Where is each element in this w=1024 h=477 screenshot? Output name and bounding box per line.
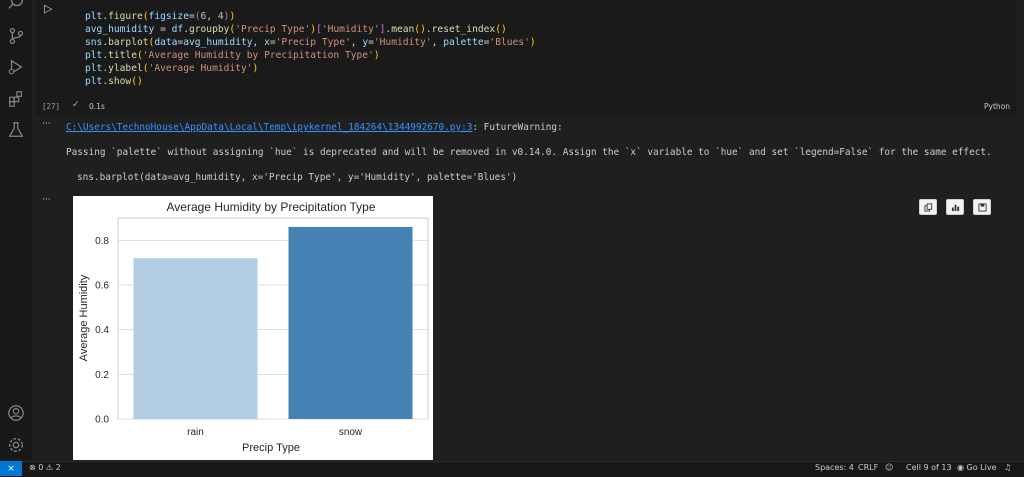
output-more-icon-2[interactable]: ··· [42, 195, 51, 205]
code-line-1: plt.figure(figsize=(6, 4)) [85, 11, 236, 22]
y-tick-label: 0.0 [95, 415, 109, 426]
open-plot-viewer-button[interactable] [946, 199, 964, 215]
code-line-5: plt.ylabel('Average Humidity') [85, 63, 259, 74]
chart-output: Average Humidity by Precipitation Type 0… [73, 196, 433, 460]
activity-bar [0, 0, 32, 461]
kernel-language[interactable]: Python [984, 102, 1010, 111]
run-debug-icon[interactable] [6, 57, 26, 77]
y-tick-label: 0.8 [95, 236, 109, 247]
code-line-6: plt.show() [85, 76, 143, 87]
line-ending-setting[interactable]: CRLF [858, 463, 878, 472]
chart-title: Average Humidity by Precipitation Type [167, 200, 376, 214]
warning-count: 2 [55, 463, 61, 472]
warning-icon: ⚠ [45, 463, 54, 472]
warning-message: Passing `palette` without assigning `hue… [66, 147, 992, 158]
run-cell-icon[interactable]: ▷ [44, 2, 52, 15]
x-tick-label: rain [187, 427, 204, 438]
copy-icon [923, 202, 932, 212]
y-tick-label: 0.6 [95, 281, 109, 292]
save-image-button[interactable] [973, 199, 991, 215]
source-control-icon[interactable] [6, 26, 26, 46]
x-axis-label: Precip Type [242, 442, 300, 454]
cell-position[interactable]: Cell 9 of 13 [906, 463, 952, 472]
broadcast-icon: ◉ [957, 463, 964, 472]
bar-snow [288, 226, 413, 419]
testing-flask-icon[interactable] [6, 120, 26, 140]
code-line-2: avg_humidity = df.groupby('Precip Type')… [85, 24, 507, 35]
warning-code-line: sns.barplot(data=avg_humidity, x='Precip… [77, 172, 518, 183]
search-icon[interactable] [6, 0, 26, 12]
code-line-4: plt.title('Average Humidity by Precipita… [85, 50, 380, 61]
copy-image-button[interactable] [919, 199, 937, 215]
error-icon: ⊗ [29, 463, 36, 472]
x-tick-label: snow [339, 427, 363, 438]
problems-indicator[interactable]: ⊗ 0 ⚠ 2 [29, 463, 61, 472]
warning-type: : FutureWarning: [472, 122, 563, 133]
success-check-icon: ✓ [72, 100, 80, 110]
account-icon[interactable] [6, 403, 26, 423]
save-icon [977, 202, 987, 212]
bar-rain [133, 258, 258, 419]
warning-path-link[interactable]: C:\Users\TechnoHouse\AppData\Local\Temp\… [66, 122, 472, 133]
y-tick-label: 0.2 [95, 370, 109, 381]
extensions-icon[interactable] [6, 89, 26, 109]
go-live-label: Go Live [966, 463, 997, 472]
notifications-bell-icon[interactable]: ♫ [1004, 463, 1011, 472]
settings-gear-icon[interactable] [6, 435, 26, 455]
y-axis-label: Average Humidity [78, 274, 90, 361]
chart-icon [951, 204, 959, 211]
error-count: 0 [38, 463, 44, 472]
indentation-setting[interactable]: Spaces: 4 [815, 463, 854, 472]
go-live-button[interactable]: ◉ Go Live [957, 463, 997, 472]
y-tick-label: 0.4 [95, 325, 109, 336]
output-toolbar [919, 199, 991, 215]
warning-header: C:\Users\TechnoHouse\AppData\Local\Temp\… [66, 122, 563, 133]
bar-chart: Average Humidity by Precipitation Type 0… [78, 200, 429, 454]
execution-count: [27] [42, 102, 61, 111]
code-line-3: sns.barplot(data=avg_humidity, x='Precip… [85, 37, 536, 48]
copilot-icon[interactable]: ☺ [885, 463, 893, 472]
execution-time: 0.1s [89, 102, 105, 111]
output-more-icon[interactable]: ··· [42, 119, 51, 129]
remote-indicator-icon[interactable]: ⨯ [0, 461, 22, 476]
